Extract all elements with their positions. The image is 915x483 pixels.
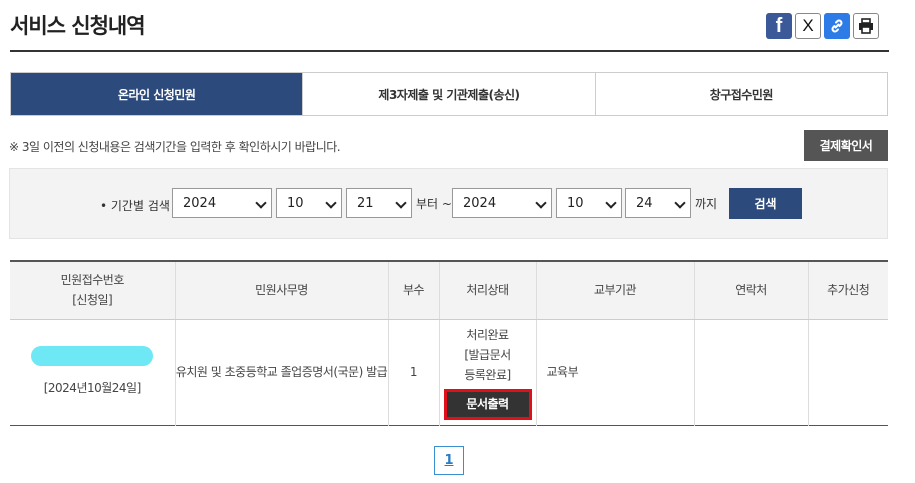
printer-icon [859, 18, 873, 34]
chevron-down-icon [255, 197, 267, 209]
table-row: [2024년10월24일] 유치원 및 초중등학교 졸업증명서(국문) 발급 1… [10, 319, 888, 425]
link-icon [831, 19, 843, 33]
extra-application-cell [808, 319, 888, 425]
column-header-copies: 부수 [388, 261, 440, 320]
column-header-application-date: [신청일] [72, 293, 113, 308]
tab-bar: 온라인 신청민원 제3자제출 및 기관제출(송신) 창구접수민원 [10, 72, 888, 116]
start-day-select[interactable]: 21 [346, 188, 412, 218]
pagination-page-1[interactable]: 1 [434, 446, 464, 475]
receipt-cell: [2024년10월24일] [10, 319, 176, 425]
column-header-status: 처리상태 [439, 261, 537, 320]
status-line-2: [발급문서 [464, 347, 511, 362]
title-divider [10, 50, 889, 52]
start-month-value: 10 [287, 195, 304, 211]
search-button[interactable]: 검색 [729, 188, 802, 219]
facebook-icon: f [775, 14, 783, 37]
redacted-receipt-number [31, 346, 154, 366]
chevron-down-icon [605, 197, 617, 209]
start-year-value: 2024 [183, 195, 217, 211]
x-icon: X [802, 16, 814, 35]
end-year-select[interactable]: 2024 [452, 188, 552, 218]
payment-confirmation-button[interactable]: 결제확인서 [804, 130, 888, 161]
chevron-down-icon [325, 197, 337, 209]
column-header-agency: 교부기관 [536, 261, 695, 320]
x-share-button[interactable]: X [795, 13, 821, 39]
application-name: 유치원 및 초중등학교 졸업증명서(국문) 발급 [175, 319, 389, 425]
status-line-3: 등록완료] [464, 367, 511, 382]
notice-text: ※ 3일 이전의 신청내용은 검색기간을 입력한 후 확인하시기 바랍니다. [9, 140, 341, 154]
start-month-select[interactable]: 10 [276, 188, 342, 218]
facebook-share-button[interactable]: f [766, 13, 792, 39]
end-day-select[interactable]: 24 [625, 188, 691, 218]
application-date: [2024년10월24일] [43, 381, 142, 395]
chevron-down-icon [395, 197, 407, 209]
column-header-receipt-number: 민원접수번호 [60, 273, 125, 288]
copies-count: 1 [388, 319, 440, 425]
chevron-down-icon [535, 197, 547, 209]
copy-link-button[interactable] [824, 13, 850, 39]
status-cell: 처리완료 [발급문서 등록완료] 문서출력 [439, 319, 537, 425]
tab-third-party-submission[interactable]: 제3자제출 및 기관제출(송신) [302, 73, 595, 115]
tab-online-applications[interactable]: 온라인 신청민원 [11, 73, 303, 115]
contact-cell [694, 319, 809, 425]
status-line-1: 처리완료 [466, 327, 509, 342]
page-title: 서비스 신청내역 [10, 14, 146, 38]
issuing-agency: 교육부 [536, 319, 695, 425]
application-history-table: 민원접수번호 [신청일] 민원사무명 부수 처리상태 교부기관 연락처 추가신청… [10, 260, 888, 426]
document-print-button[interactable]: 문서출력 [446, 391, 529, 417]
period-search-label: • 기간별 검색 [100, 199, 170, 213]
column-header-extra: 추가신청 [808, 261, 888, 320]
end-month-select[interactable]: 10 [556, 188, 622, 218]
start-day-value: 21 [357, 195, 374, 211]
chevron-down-icon [674, 197, 686, 209]
share-toolbar: f X [766, 13, 879, 39]
print-button-highlight: 문서출력 [443, 388, 532, 420]
tab-counter-applications[interactable]: 창구접수민원 [594, 73, 887, 115]
column-header-name: 민원사무명 [175, 261, 389, 320]
to-text: 까지 [695, 197, 718, 211]
end-year-value: 2024 [463, 195, 497, 211]
print-page-button[interactable] [853, 13, 879, 39]
start-year-select[interactable]: 2024 [172, 188, 272, 218]
table-header-row: 민원접수번호 [신청일] 민원사무명 부수 처리상태 교부기관 연락처 추가신청 [10, 261, 888, 320]
column-header-receipt: 민원접수번호 [신청일] [10, 261, 176, 320]
from-text: 부터 ~ [416, 197, 452, 211]
end-month-value: 10 [567, 195, 584, 211]
column-header-contact: 연락처 [694, 261, 809, 320]
end-day-value: 24 [636, 195, 653, 211]
period-search-panel: • 기간별 검색 2024 10 21 부터 ~ 2024 10 24 까지 검… [9, 168, 888, 239]
